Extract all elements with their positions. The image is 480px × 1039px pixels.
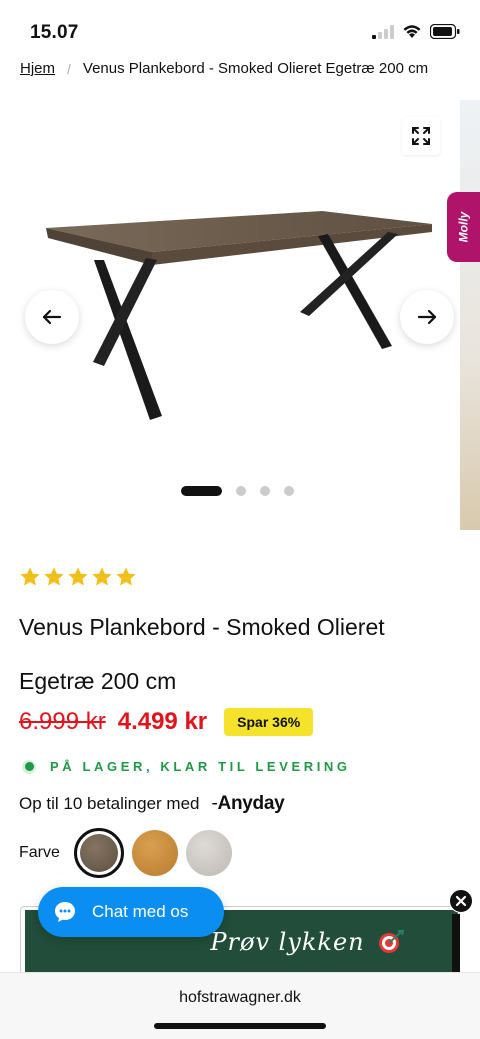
pagination-dot[interactable] bbox=[236, 486, 246, 496]
payment-text: Op til 10 betalinger med bbox=[19, 794, 200, 813]
status-time: 15.07 bbox=[30, 22, 79, 43]
price-row: 6.999 kr 4.499 kr Spar 36% bbox=[19, 708, 314, 736]
signal-icon bbox=[372, 24, 394, 39]
star-icon bbox=[20, 567, 40, 586]
in-stock-indicator-icon bbox=[22, 759, 36, 774]
stock-status: PÅ LAGER, KLAR TIL LEVERING bbox=[22, 759, 351, 774]
status-bar: 15.07 bbox=[0, 0, 480, 56]
stock-status-text: PÅ LAGER, KLAR TIL LEVERING bbox=[50, 759, 351, 774]
chat-button-label: Chat med os bbox=[92, 902, 189, 921]
discount-badge: Spar 36% bbox=[224, 708, 314, 736]
old-price: 6.999 kr bbox=[19, 708, 106, 735]
target-icon bbox=[378, 930, 404, 953]
previous-image-button[interactable] bbox=[25, 290, 79, 344]
molly-widget-tab[interactable]: Molly bbox=[447, 192, 480, 262]
pagination-dot[interactable] bbox=[260, 486, 270, 496]
wifi-icon bbox=[403, 25, 421, 38]
product-title: Venus Plankebord - Smoked Olieret Egetræ… bbox=[19, 614, 385, 694]
star-icon bbox=[68, 567, 88, 586]
promo-banner-text: Prøv lykken bbox=[210, 928, 365, 956]
payment-info[interactable]: Op til 10 betalinger med -Anyday bbox=[19, 793, 285, 815]
swatch-fill bbox=[79, 834, 118, 872]
arrow-right-icon bbox=[417, 309, 437, 325]
breadcrumb: Hjem / Venus Plankebord - Smoked Olieret… bbox=[20, 60, 428, 77]
expand-icon bbox=[412, 127, 430, 145]
fullscreen-button[interactable] bbox=[402, 117, 440, 155]
anyday-logo-text: Anyday bbox=[217, 793, 285, 814]
browser-url-bar[interactable]: hofstrawagner.dk bbox=[0, 972, 480, 1039]
color-label: Farve bbox=[19, 844, 60, 861]
next-image-button[interactable] bbox=[400, 290, 454, 344]
home-indicator[interactable] bbox=[154, 1023, 326, 1029]
sale-price: 4.499 kr bbox=[117, 708, 208, 735]
color-swatch-white-oak[interactable] bbox=[185, 830, 232, 876]
chat-bubble-icon bbox=[55, 902, 75, 922]
arrow-left-icon bbox=[42, 309, 62, 325]
color-selector: Farve bbox=[19, 828, 240, 878]
promo-banner-edge bbox=[452, 914, 460, 972]
pagination-dot[interactable] bbox=[284, 486, 294, 496]
anyday-logo: -Anyday bbox=[211, 793, 285, 814]
breadcrumb-separator: / bbox=[67, 60, 71, 77]
chat-button[interactable]: Chat med os bbox=[38, 887, 224, 937]
close-banner-button[interactable] bbox=[449, 889, 473, 913]
next-image-peek bbox=[460, 100, 480, 530]
star-icon bbox=[44, 567, 64, 586]
browser-url[interactable]: hofstrawagner.dk bbox=[0, 989, 480, 1007]
battery-icon bbox=[430, 24, 460, 39]
rating-stars[interactable] bbox=[19, 566, 137, 588]
status-icons bbox=[372, 24, 460, 39]
breadcrumb-home-link[interactable]: Hjem bbox=[20, 60, 55, 77]
molly-tab-label: Molly bbox=[456, 211, 471, 243]
pagination-dot-active[interactable] bbox=[181, 486, 222, 496]
close-icon bbox=[455, 895, 467, 907]
color-swatch-smoked-oak[interactable] bbox=[73, 828, 124, 878]
star-icon bbox=[116, 567, 136, 586]
gallery-pagination bbox=[181, 486, 294, 496]
color-swatch-natural-oak[interactable] bbox=[131, 830, 178, 876]
star-icon bbox=[92, 567, 112, 586]
breadcrumb-current: Venus Plankebord - Smoked Olieret Egetræ… bbox=[82, 60, 429, 77]
